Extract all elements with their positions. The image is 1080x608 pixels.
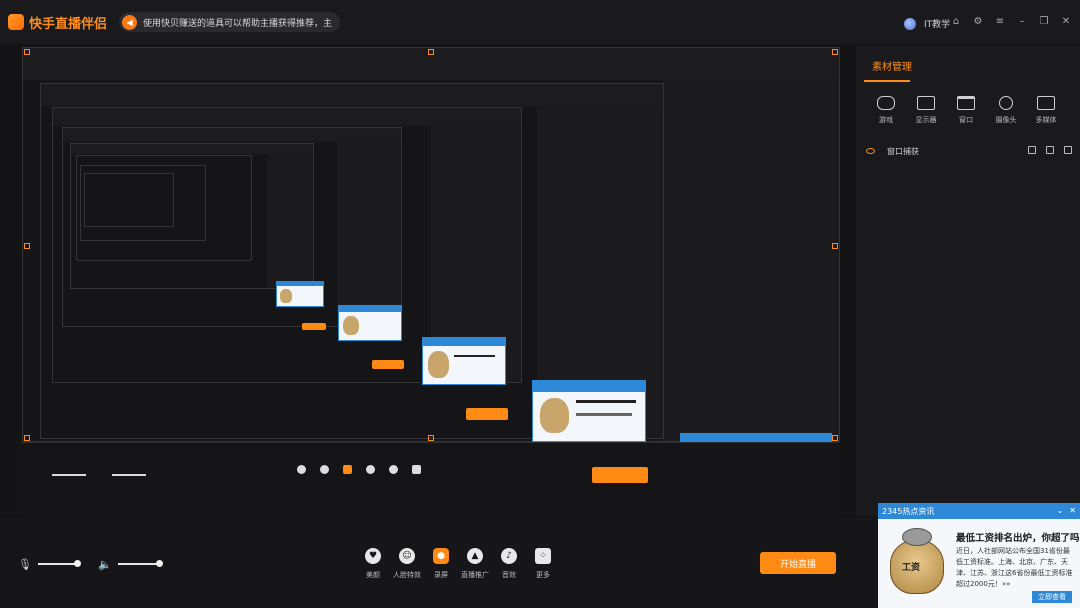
captured-news-popup-5 (276, 281, 324, 307)
popup-title[interactable]: 最低工资排名出炉，你超了吗? (956, 530, 1080, 544)
tool-beauty[interactable]: ♥ 美颜 (356, 548, 390, 580)
app-window: 快手直播伴侣 ◀ 使用快贝赚送的道具可以帮助主播获得推荐，主 IT教学 ⌂ ⚙ … (0, 0, 1080, 608)
tool-face-effect[interactable]: ☺ 人脸特效 (390, 548, 424, 580)
live-preview[interactable] (22, 47, 840, 515)
window-controls: ⌂ ⚙ ≡ – ❐ ✕ (950, 16, 1072, 28)
speaker-icon: ◀ (122, 14, 138, 30)
restore-icon[interactable]: ❐ (1038, 16, 1050, 28)
tab-indicator (864, 80, 910, 82)
mic-volume-knob[interactable] (74, 560, 81, 567)
app-title: 快手直播伴侣 (29, 16, 108, 32)
source-media[interactable]: 多媒体 (1026, 96, 1066, 125)
captured-news-popup-4 (338, 305, 402, 341)
popup-header-buttons: ⌄ ✕ (1057, 506, 1076, 515)
source-window[interactable]: 窗口 (946, 96, 986, 125)
user-menu[interactable]: IT教学 (904, 17, 950, 30)
record-icon: ● (433, 548, 449, 564)
more-icon: ⁘ (535, 548, 551, 564)
captured-news-popup-3 (422, 337, 506, 385)
tool-list: ♥ 美颜 ☺ 人脸特效 ● 录屏 ▲ 直播推广 ♪ 音效 ⁘ 更多 (356, 548, 560, 580)
music-icon: ♪ (501, 548, 517, 564)
tool-promote[interactable]: ▲ 直播推广 (458, 548, 492, 580)
layer-up-icon[interactable] (1028, 146, 1036, 154)
captured-start-button-2 (372, 360, 404, 369)
money-bag-label: 工资 (902, 563, 921, 573)
title-bar: 快手直播伴侣 ◀ 使用快贝赚送的道具可以帮助主播获得推荐，主 IT教学 ⌂ ⚙ … (0, 0, 1080, 44)
layer-name: 窗口捕获 (887, 146, 919, 156)
app-logo: 快手直播伴侣 (8, 13, 107, 32)
notice-text: 使用快贝赚送的道具可以帮助主播获得推荐，主 (143, 18, 333, 29)
close-icon[interactable]: ✕ (1069, 506, 1076, 515)
captured-news-popup-2 (532, 380, 646, 442)
popup-header: 2345热点资讯 ⌄ ✕ (878, 504, 1080, 519)
captured-bottom-toolbar (22, 442, 840, 515)
home-icon[interactable]: ⌂ (950, 16, 962, 28)
tab-material[interactable]: 素材管理 (872, 58, 912, 73)
layer-delete-icon[interactable] (1064, 146, 1072, 154)
start-live-button[interactable]: 开始直播 (760, 552, 836, 574)
popup-body: 近日，人社部网站公布全国31省份最低工资标准。上海、北京、广东、天津、江苏、浙江… (956, 547, 1073, 588)
notice-banner[interactable]: ◀ 使用快贝赚送的道具可以帮助主播获得推荐，主 (119, 12, 341, 32)
microphone-icon[interactable]: 🎙 (18, 558, 32, 571)
captured-start-button-1 (466, 408, 508, 420)
promote-icon: ▲ (467, 548, 483, 564)
source-camera[interactable]: 摄像头 (986, 96, 1026, 125)
speaker-volume-icon[interactable]: 🔈 (98, 558, 112, 571)
camera-icon (999, 96, 1013, 110)
layer-actions (1028, 146, 1072, 154)
gear-icon[interactable]: ⚙ (972, 16, 984, 28)
tool-sound-effect[interactable]: ♪ 音效 (492, 548, 526, 580)
window-icon (957, 96, 975, 110)
minimize-icon[interactable]: – (1016, 16, 1028, 28)
beauty-icon: ♥ (365, 548, 381, 564)
speaker-volume-knob[interactable] (156, 560, 163, 567)
source-game[interactable]: 游戏 (866, 96, 906, 125)
media-icon (1037, 96, 1055, 110)
avatar (904, 17, 916, 30)
material-panel: 素材管理 游戏 显示器 窗口 摄像头 多媒体 窗口捕获 (856, 46, 1080, 516)
layer-down-icon[interactable] (1046, 146, 1054, 154)
captured-window-8 (84, 173, 174, 227)
gamepad-icon (877, 96, 895, 110)
close-icon[interactable]: ✕ (1060, 16, 1072, 28)
speaker-volume-slider[interactable] (118, 563, 160, 565)
captured-start-button-3 (302, 323, 326, 330)
news-popup[interactable]: 2345热点资讯 ⌄ ✕ 工资 最低工资排名出炉，你超了吗? 近日，人社部网站公… (878, 503, 1080, 608)
money-bag-image: 工资 (886, 528, 950, 604)
tool-more[interactable]: ⁘ 更多 (526, 548, 560, 580)
source-monitor[interactable]: 显示器 (906, 96, 946, 125)
popup-header-title: 2345热点资讯 (882, 507, 935, 516)
eye-icon[interactable] (866, 148, 875, 154)
layer-item[interactable]: 窗口捕获 (866, 144, 1072, 158)
chevron-down-icon[interactable]: ⌄ (1057, 506, 1064, 515)
mic-volume-slider[interactable] (38, 563, 78, 565)
source-type-list: 游戏 显示器 窗口 摄像头 多媒体 (866, 96, 1066, 125)
tool-record[interactable]: ● 录屏 (424, 548, 458, 580)
monitor-icon (917, 96, 935, 110)
user-name: IT教学 (924, 20, 951, 30)
face-effect-icon: ☺ (399, 548, 415, 564)
kuaishou-logo-icon (8, 14, 24, 30)
view-now-button[interactable]: 立即查看 (1032, 591, 1072, 603)
menu-icon[interactable]: ≡ (994, 16, 1006, 28)
